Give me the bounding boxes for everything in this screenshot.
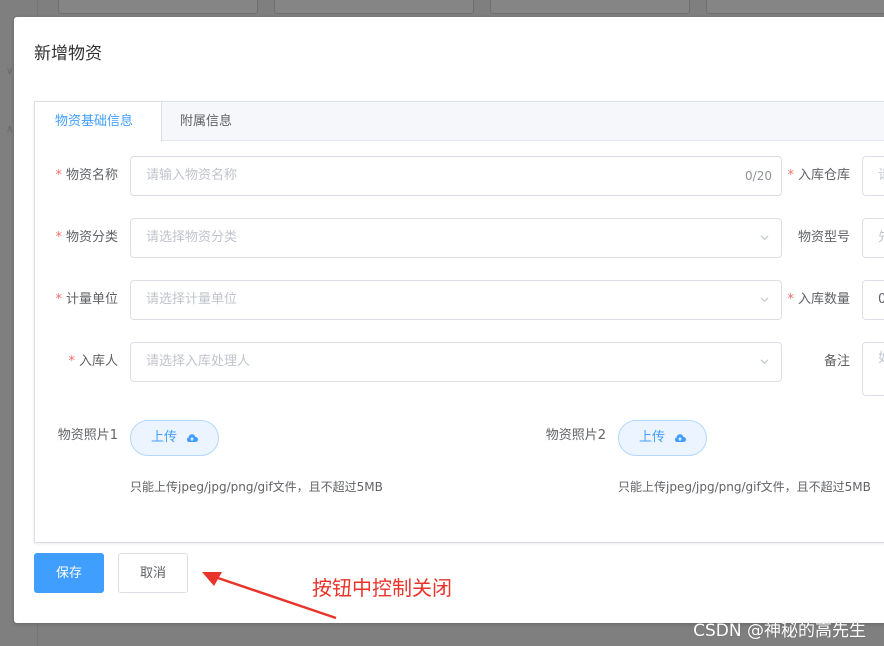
model-label: 物资型号 bbox=[780, 218, 850, 258]
quantity-label: * 入库数量 bbox=[780, 280, 850, 320]
chevron-down-icon bbox=[760, 359, 769, 365]
name-label-text: 物资名称 bbox=[65, 168, 118, 183]
annotation-text: 按钮中控制关闭 bbox=[312, 576, 452, 600]
background-field bbox=[490, 0, 690, 14]
handler-label: * 入库人 bbox=[34, 342, 118, 382]
chevron-down-icon: ∨ bbox=[6, 66, 14, 77]
tab-extra-info[interactable]: 附属信息 bbox=[162, 102, 250, 141]
model-placeholder: 先 bbox=[878, 219, 884, 257]
model-label-text: 物资型号 bbox=[797, 230, 850, 245]
category-label-text: 物资分类 bbox=[65, 230, 118, 245]
photo1-label: 物资照片1 bbox=[57, 428, 118, 443]
category-label: * 物资分类 bbox=[34, 218, 118, 258]
required-mark: * bbox=[787, 292, 794, 307]
warehouse-label: * 入库仓库 bbox=[780, 156, 850, 196]
photo1-tip: 只能上传jpeg/jpg/png/gif文件，且不超过5MB bbox=[130, 480, 383, 494]
quantity-label-text: 入库数量 bbox=[797, 292, 850, 307]
tab-basic-info[interactable]: 物资基础信息 bbox=[35, 102, 162, 142]
cancel-button[interactable]: 取消 bbox=[118, 553, 188, 593]
unit-label: * 计量单位 bbox=[34, 280, 118, 320]
category-select[interactable]: 请选择物资分类 bbox=[130, 218, 782, 258]
photo2-upload-label: 上传 bbox=[639, 430, 666, 445]
warehouse-label-text: 入库仓库 bbox=[797, 168, 850, 183]
handler-select[interactable]: 请选择入库处理人 bbox=[130, 342, 782, 382]
save-button[interactable]: 保存 bbox=[34, 553, 104, 593]
chevron-down-icon bbox=[760, 297, 769, 303]
name-placeholder: 请输入物资名称 bbox=[146, 168, 238, 183]
background-field bbox=[274, 0, 474, 14]
tab-header: 物资基础信息 附属信息 bbox=[35, 102, 884, 142]
chevron-down-icon bbox=[760, 235, 769, 241]
remark-placeholder: 如 bbox=[878, 343, 884, 375]
photo2-label: 物资照片2 bbox=[545, 428, 606, 443]
cloud-upload-icon bbox=[674, 434, 686, 442]
required-mark: * bbox=[55, 230, 62, 245]
quantity-value: 0 bbox=[878, 292, 884, 307]
photo2-upload-button[interactable]: 上传 bbox=[618, 420, 707, 456]
handler-placeholder: 请选择入库处理人 bbox=[146, 354, 251, 369]
remark-textarea[interactable]: 如 bbox=[862, 342, 884, 396]
background-toolbar bbox=[48, 0, 884, 16]
watermark: CSDN @神秘的高先生 bbox=[693, 621, 866, 641]
name-char-count: 0/20 bbox=[745, 169, 772, 183]
name-label: * 物资名称 bbox=[34, 156, 118, 196]
required-mark: * bbox=[55, 292, 62, 307]
name-input[interactable]: 请输入物资名称 0/20 bbox=[130, 156, 782, 196]
category-placeholder: 请选择物资分类 bbox=[146, 230, 238, 245]
background-field bbox=[58, 0, 258, 14]
required-mark: * bbox=[68, 354, 75, 369]
remark-label: 备注 bbox=[780, 342, 850, 382]
warehouse-placeholder: 请 bbox=[878, 157, 884, 195]
photo2-tip: 只能上传jpeg/jpg/png/gif文件，且不超过5MB bbox=[618, 480, 871, 494]
cloud-upload-icon bbox=[186, 434, 198, 442]
model-input[interactable]: 先 bbox=[862, 218, 884, 258]
unit-select[interactable]: 请选择计量单位 bbox=[130, 280, 782, 320]
unit-label-text: 计量单位 bbox=[65, 292, 118, 307]
handler-label-text: 入库人 bbox=[78, 354, 118, 369]
photo1-upload-button[interactable]: 上传 bbox=[130, 420, 219, 456]
remark-label-text: 备注 bbox=[823, 354, 850, 369]
quantity-input[interactable]: 0 bbox=[862, 280, 884, 320]
required-mark: * bbox=[787, 168, 794, 183]
unit-placeholder: 请选择计量单位 bbox=[146, 292, 238, 307]
required-mark: * bbox=[55, 168, 62, 183]
chevron-up-icon: ∧ bbox=[6, 124, 14, 135]
warehouse-select[interactable]: 请 bbox=[862, 156, 884, 196]
background-field bbox=[706, 0, 884, 14]
add-material-dialog: 新增物资 物资基础信息 附属信息 * 物资名称 请输入物资名称 0/20 * 物资分… bbox=[14, 17, 884, 623]
photo1-upload-label: 上传 bbox=[151, 430, 178, 445]
dialog-title: 新增物资 bbox=[34, 44, 102, 64]
